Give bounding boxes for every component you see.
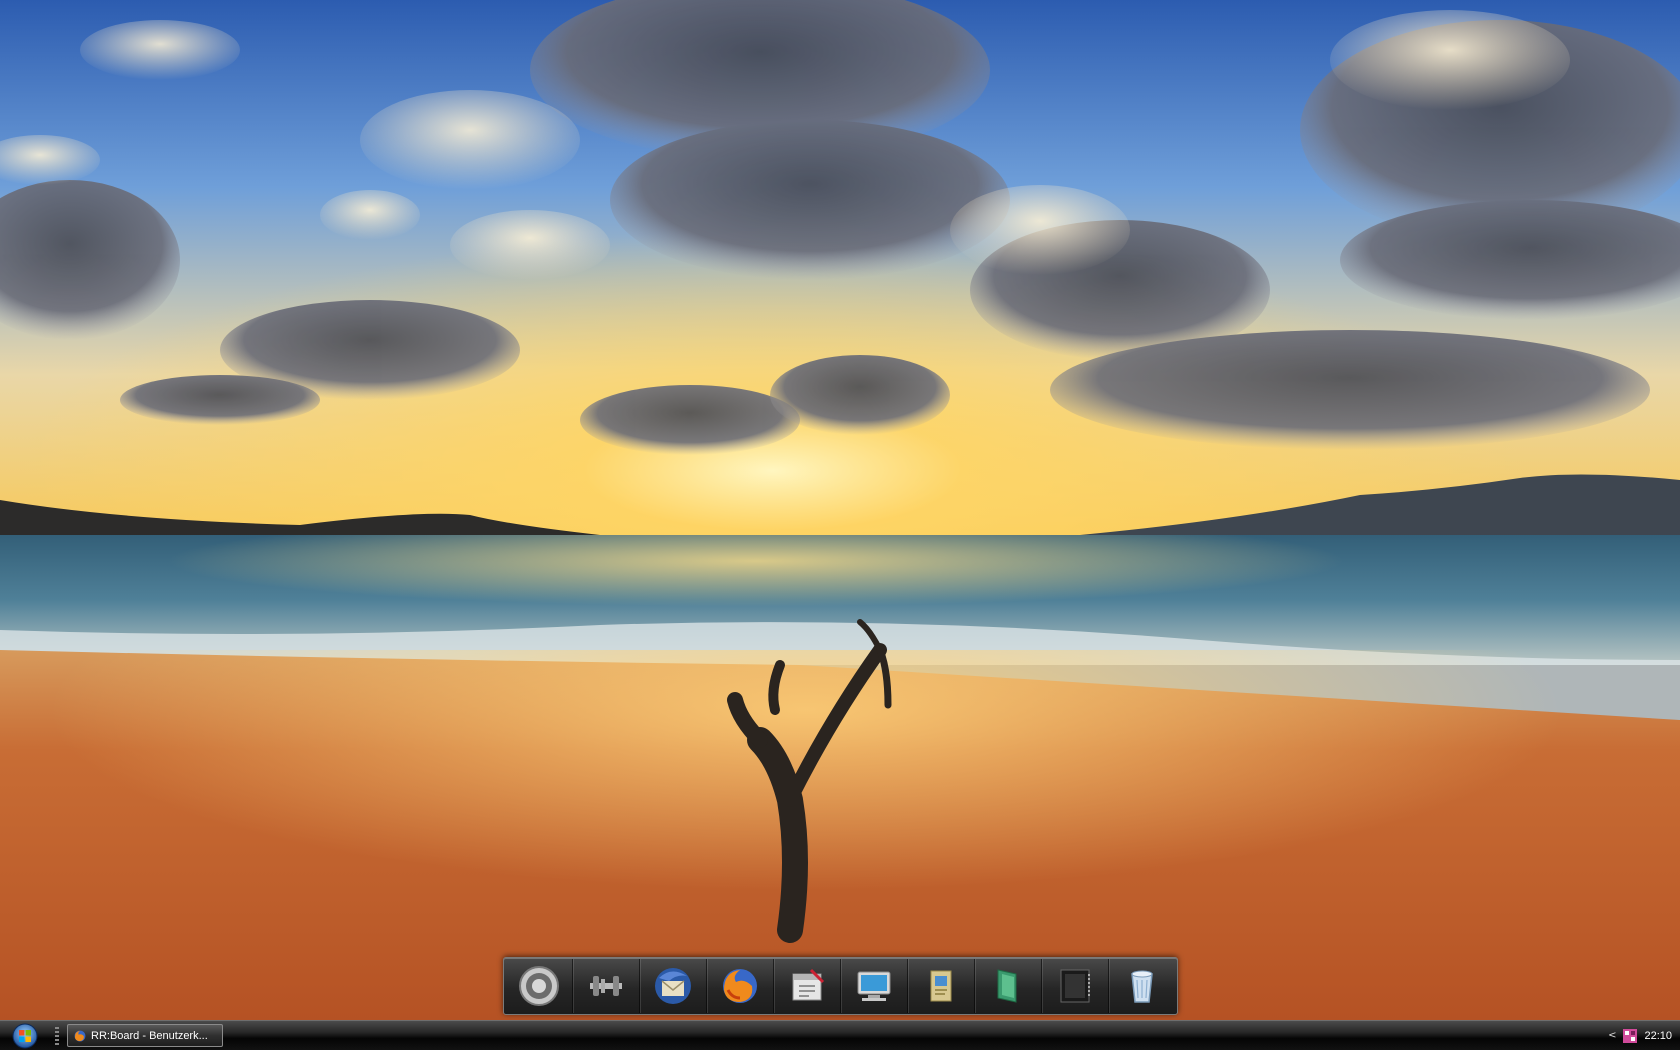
speaker-icon bbox=[519, 966, 559, 1006]
taskbar-button-firefox-window[interactable]: RR:Board - Benutzerk... bbox=[67, 1024, 223, 1047]
dock-item-thunderbird[interactable] bbox=[640, 959, 707, 1013]
dock-item-media-player[interactable] bbox=[1042, 959, 1109, 1013]
tray-expand-button[interactable]: < bbox=[1608, 1030, 1616, 1041]
dock-item-folder[interactable] bbox=[975, 959, 1042, 1013]
dock-item-documents[interactable] bbox=[908, 959, 975, 1013]
recycle-bin-icon bbox=[1131, 970, 1153, 1003]
taskbar: RR:Board - Benutzerk... < 22:10 bbox=[0, 1020, 1680, 1050]
folder-icon bbox=[997, 969, 1017, 1003]
dock-item-speaker[interactable] bbox=[506, 959, 573, 1013]
taskbar-button-label: RR:Board - Benutzerk... bbox=[91, 1029, 208, 1042]
firefox-icon bbox=[723, 969, 757, 1003]
start-button[interactable] bbox=[6, 1022, 44, 1050]
dock-item-firefox[interactable] bbox=[707, 959, 774, 1013]
desktop-wallpaper bbox=[0, 0, 1680, 1050]
dock-bar bbox=[503, 957, 1178, 1015]
tray-clock[interactable]: 22:10 bbox=[1644, 1030, 1672, 1042]
documents-icon bbox=[930, 970, 952, 1002]
my-computer-icon bbox=[857, 971, 891, 1001]
windows-logo-icon bbox=[12, 1023, 38, 1049]
network-status-icon[interactable] bbox=[1622, 1028, 1638, 1044]
media-player-icon bbox=[1060, 969, 1090, 1003]
system-tools-icon bbox=[590, 976, 622, 996]
system-tray: < 22:10 bbox=[1580, 1021, 1680, 1050]
dock-item-recycle-bin[interactable] bbox=[1109, 959, 1175, 1013]
firefox-icon bbox=[74, 1030, 86, 1041]
dock-item-text-editor[interactable] bbox=[774, 959, 841, 1013]
thunderbird-icon bbox=[655, 968, 691, 1004]
text-editor-icon bbox=[792, 968, 825, 1001]
dock-item-my-computer[interactable] bbox=[841, 959, 908, 1013]
taskbar-grip[interactable] bbox=[55, 1027, 59, 1045]
dock-item-system-tools[interactable] bbox=[573, 959, 640, 1013]
